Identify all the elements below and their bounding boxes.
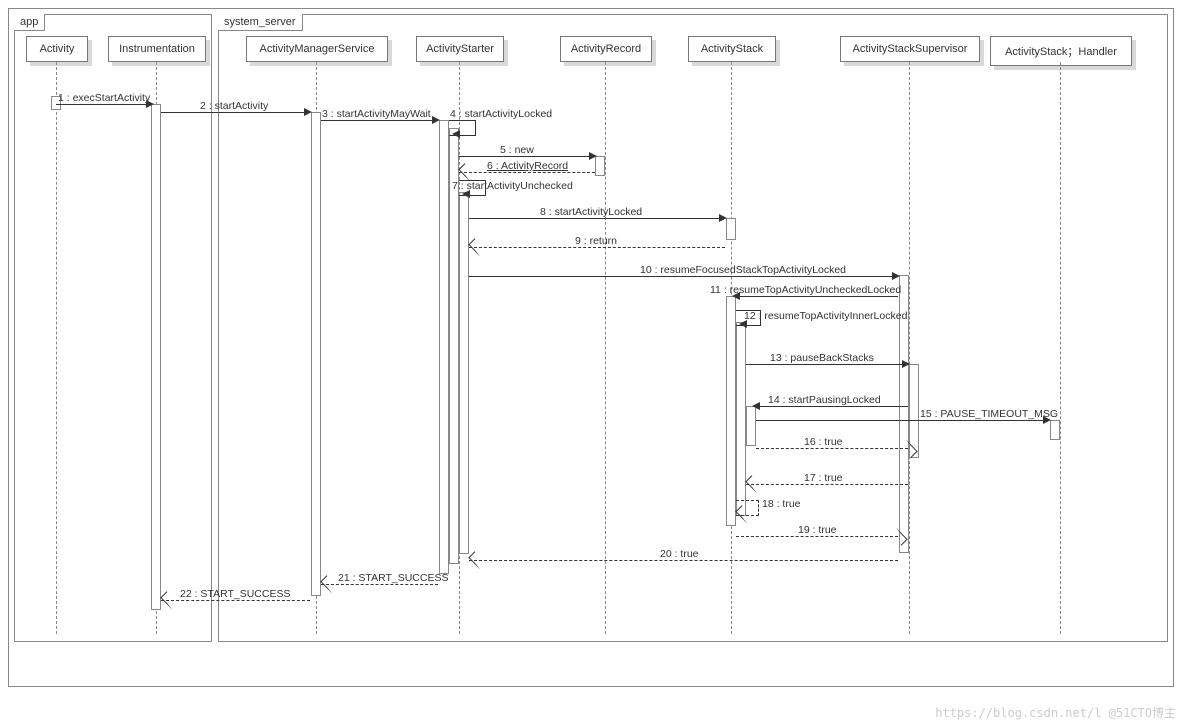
msg-1-label: 1 : execStartActivity [58,92,150,104]
lifeline-record [605,62,606,634]
msg-11-label: 11 : resumeTopActivityUncheckedLocked [710,284,901,296]
msg-20-label: 20 : true [660,548,699,560]
msg-20-line [469,560,898,561]
msg-6-label: 6 : ActivityRecord [487,160,568,172]
activation-handler [1050,420,1060,440]
msg-3-arrow [432,116,440,124]
msg-5-line [459,156,595,157]
actor-stack-label: ActivityStack [701,43,763,55]
activation-stack-2 [726,296,736,526]
activation-stack-1 [726,218,736,240]
group-system-server-label: system_server [218,14,303,31]
msg-10-arrow [892,272,900,280]
msg-18-label: 18 : true [762,498,801,510]
msg-14-line [756,406,908,407]
msg-8-line [469,218,725,219]
lifeline-supervisor [909,62,910,634]
actor-supervisor: ActivityStackSupervisor [840,36,980,62]
msg-17-label: 17 : true [804,472,843,484]
msg-4-label: 4 : startActivityLocked [450,108,552,120]
msg-13-arrow [902,360,910,368]
activation-stack-pausing [746,406,756,446]
group-app: app [14,14,212,642]
msg-5-label: 5 : new [500,144,534,156]
msg-1-line [56,104,150,105]
actor-instrumentation-label: Instrumentation [119,43,195,55]
msg-19-line [736,536,898,537]
msg-21-label: 21 : START_SUCCESS [338,572,448,584]
msg-5-arrow [589,152,597,160]
sequence-diagram-canvas: app system_server Activity Instrumentati… [0,0,1184,727]
msg-3-line [321,120,438,121]
actor-supervisor-label: ActivityStackSupervisor [853,43,968,55]
activation-instrumentation [151,104,161,610]
msg-2-arrow [304,108,312,116]
activation-starter [439,120,449,574]
msg-17-line [746,484,908,485]
msg-6-line [459,172,595,173]
msg-12-label: 12 : resumeTopActivityInnerLocked [744,310,907,322]
actor-record-label: ActivityRecord [571,43,641,55]
msg-4-arrow [452,130,460,138]
msg-13-line [746,364,908,365]
msg-8-arrow [719,214,727,222]
msg-8-label: 8 : startActivityLocked [540,206,642,218]
group-app-label: app [14,14,45,31]
watermark-text: https://blog.csdn.net/l @51CTO博主 [935,704,1176,721]
msg-10-line [469,276,898,277]
msg-13-label: 13 : pauseBackStacks [770,352,874,364]
msg-16-line [756,448,908,449]
activation-starter-self2 [459,192,469,554]
msg-22-line [161,600,310,601]
msg-3-label: 3 : startActivityMayWait [322,108,431,120]
msg-11-line [736,296,898,297]
msg-9-line [469,247,725,248]
actor-ams: ActivityManagerService [246,36,388,62]
msg-7-label: 7 : startActivityUnchecked [452,180,573,192]
msg-15-line [756,420,1049,421]
lifeline-activity [56,62,57,634]
lifeline-handler [1060,62,1061,634]
msg-14-label: 14 : startPausingLocked [768,394,881,406]
msg-19-label: 19 : true [798,524,837,536]
msg-2-label: 2 : startActivity [200,100,268,112]
actor-ams-label: ActivityManagerService [260,43,375,55]
msg-21-line [321,584,438,585]
actor-starter: ActivityStarter [416,36,504,62]
activation-starter-self1 [449,128,459,564]
msg-15-label: 15 : PAUSE_TIMEOUT_MSG [920,408,1058,420]
msg-10-label: 10 : resumeFocusedStackTopActivityLocked [640,264,846,276]
msg-2-line [161,112,310,113]
actor-activity: Activity [26,36,88,62]
activation-stack-self [736,322,746,516]
msg-16-label: 16 : true [804,436,843,448]
actor-handler-label: ActivityStack；Handler [1005,46,1117,58]
msg-22-label: 22 : START_SUCCESS [180,588,290,600]
msg-9-label: 9 : return [575,235,617,247]
actor-starter-label: ActivityStarter [426,43,494,55]
activation-ams [311,112,321,596]
actor-activity-label: Activity [40,43,75,55]
actor-instrumentation: Instrumentation [108,36,206,62]
actor-record: ActivityRecord [560,36,652,62]
actor-handler: ActivityStack；Handler [990,36,1132,66]
msg-14-arrow [752,402,760,410]
actor-stack: ActivityStack [688,36,776,62]
